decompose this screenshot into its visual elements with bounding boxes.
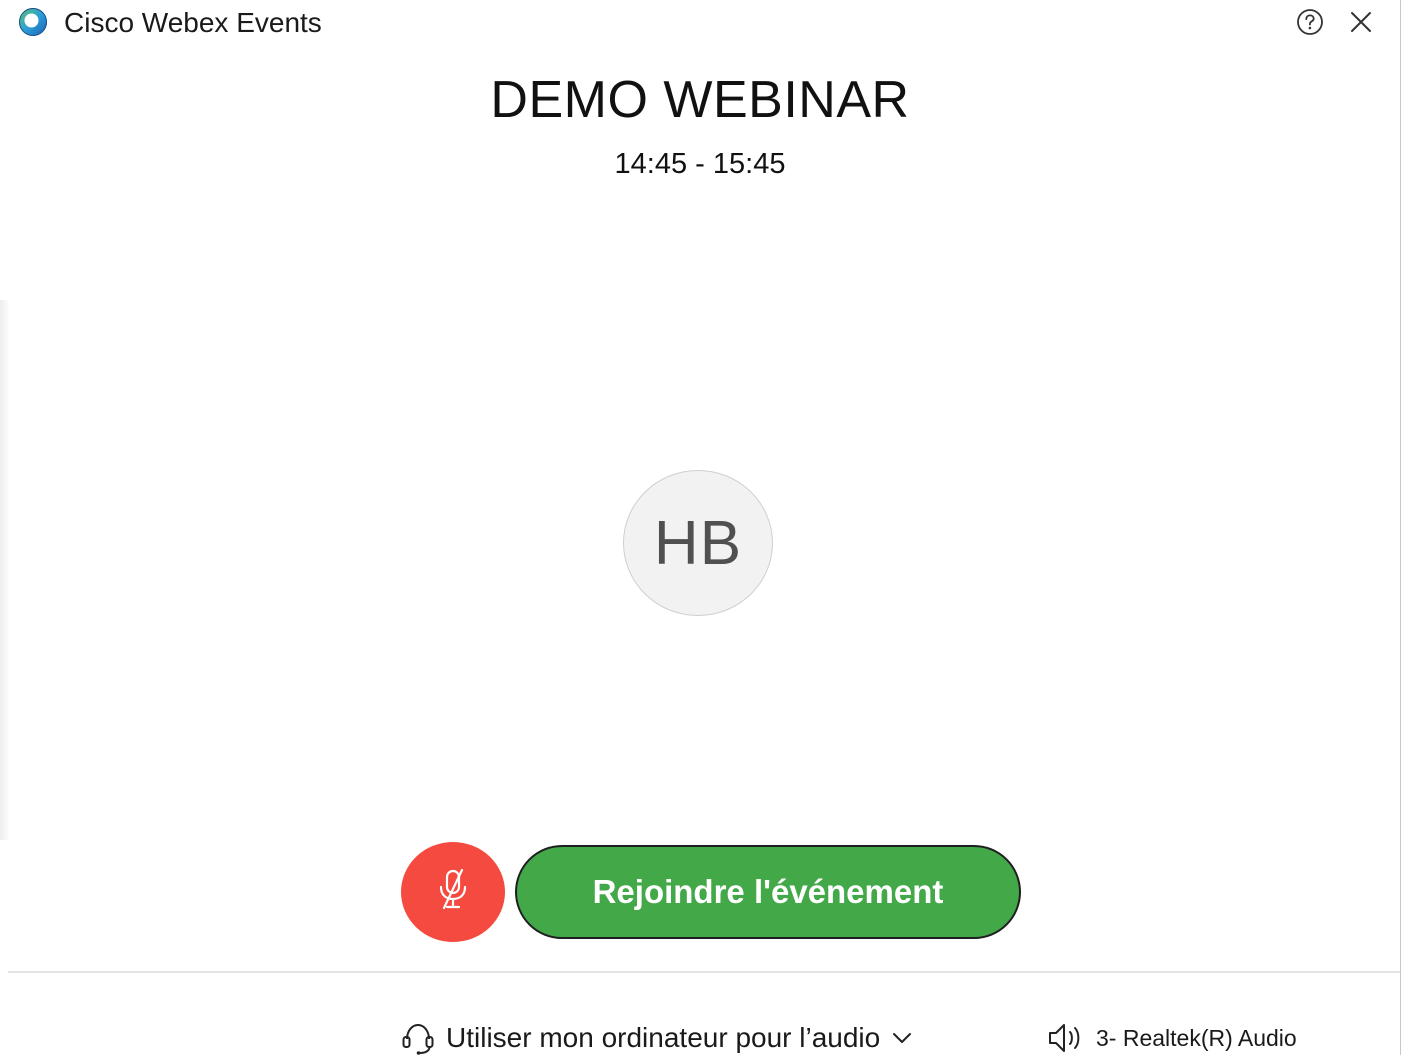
webex-logo-icon [18, 7, 48, 37]
speaker-device-label: 3- Realtek(R) Audio [1096, 1024, 1297, 1051]
audio-option-label: Utiliser mon ordinateur pour l’audio [446, 1022, 881, 1053]
event-title: DEMO WEBINAR [490, 71, 910, 129]
footer-divider [8, 971, 1400, 973]
join-event-button[interactable]: Rejoindre l'événement [515, 845, 1021, 939]
avatar: HB [623, 470, 773, 616]
help-icon[interactable] [1295, 7, 1325, 37]
edge-shade [0, 300, 10, 840]
chevron-down-icon [890, 1026, 914, 1050]
speaker-device-select[interactable]: 3- Realtek(R) Audio [1046, 1020, 1297, 1056]
webex-event-window: Cisco Webex Events DEMO WEBINAR 14:45 - … [0, 0, 1401, 1055]
mute-button[interactable] [401, 842, 505, 942]
app-title: Cisco Webex Events [64, 7, 322, 38]
audio-connection-dropdown[interactable]: Utiliser mon ordinateur pour l’audio [400, 1018, 914, 1058]
headset-icon [400, 1020, 436, 1056]
speaker-icon [1046, 1021, 1086, 1055]
title-bar: Cisco Webex Events [0, 0, 1400, 46]
event-time: 14:45 - 15:45 [614, 148, 786, 180]
close-icon[interactable] [1346, 7, 1376, 37]
microphone-muted-icon [435, 868, 471, 917]
avatar-initials: HB [653, 508, 743, 578]
